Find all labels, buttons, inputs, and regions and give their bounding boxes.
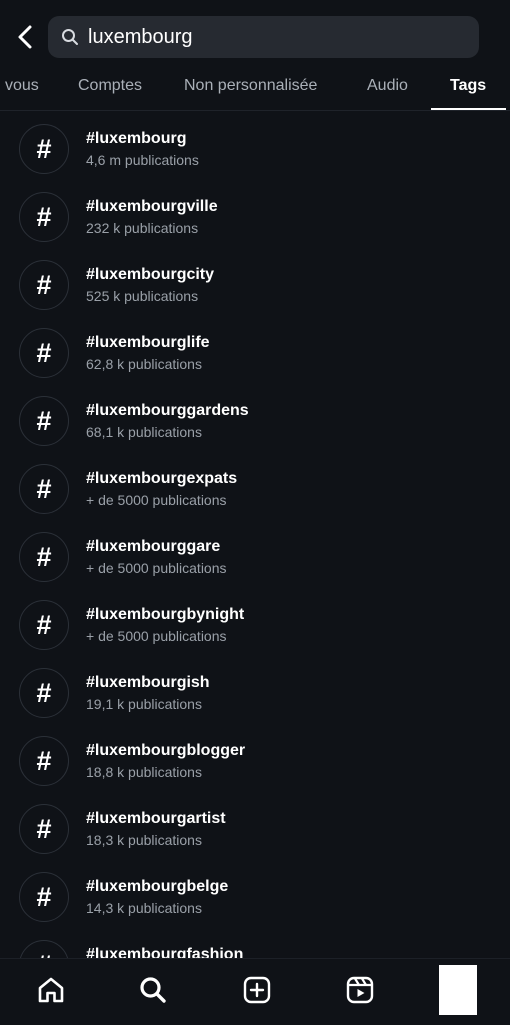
home-icon <box>38 977 64 1003</box>
hashtag-post-count: 19,1 k publications <box>86 696 202 712</box>
hashtag-name: #luxembourgfashion <box>86 946 244 958</box>
tab-audio[interactable]: Audio <box>367 64 408 108</box>
hashtag-name: #luxembourggardens <box>86 402 249 419</box>
hashtag-icon: # <box>19 940 69 958</box>
profile-avatar[interactable] <box>439 965 477 1015</box>
hashtag-icon: # <box>19 396 69 446</box>
hashtag-row[interactable]: # #luxembourgartist 18,3 k publications <box>0 797 510 865</box>
search-nav-button[interactable] <box>136 973 170 1007</box>
hashtag-name: #luxembourgbynight <box>86 606 245 623</box>
hashtag-row[interactable]: # #luxembourggare + de 5000 publications <box>0 525 510 593</box>
hashtag-name: #luxembourgexpats <box>86 470 238 487</box>
result-tabs: vous Comptes Non personnalisée Audio Tag… <box>0 64 510 111</box>
hashtag-name: #luxembourgcity <box>86 266 215 283</box>
reels-button[interactable] <box>343 973 377 1007</box>
hashtag-row[interactable]: # #luxembourgfashion <box>0 933 510 958</box>
hashtag-row[interactable]: # #luxembourg 4,6 m publications <box>0 117 510 185</box>
hashtag-icon: # <box>19 328 69 378</box>
search-field[interactable] <box>48 16 479 58</box>
hashtag-row[interactable]: # #luxembourglife 62,8 k publications <box>0 321 510 389</box>
hashtag-name: #luxembourg <box>86 130 187 147</box>
hashtag-name: #luxembourgville <box>86 198 218 215</box>
create-plus-icon <box>243 976 271 1004</box>
hashtag-name: #luxembourglife <box>86 334 210 351</box>
hashtag-row[interactable]: # #luxembourgville 232 k publications <box>0 185 510 253</box>
hashtag-post-count: 62,8 k publications <box>86 356 202 372</box>
hashtag-name: #luxembourggare <box>86 538 221 555</box>
search-header <box>0 0 510 70</box>
hashtag-name: #luxembourgbelge <box>86 878 229 895</box>
hashtag-icon: # <box>19 532 69 582</box>
hashtag-post-count: 68,1 k publications <box>86 424 202 440</box>
hashtag-icon: # <box>19 124 69 174</box>
hashtag-post-count: 18,3 k publications <box>86 832 202 848</box>
hashtag-row[interactable]: # #luxembourgcity 525 k publications <box>0 253 510 321</box>
hashtag-icon: # <box>19 872 69 922</box>
search-icon <box>140 977 166 1003</box>
tab-accounts[interactable]: Comptes <box>78 64 142 108</box>
hashtag-post-count: 14,3 k publications <box>86 900 202 916</box>
hashtag-name: #luxembourgartist <box>86 810 226 827</box>
magnifier-icon <box>60 27 80 47</box>
hashtag-post-count: 232 k publications <box>86 220 199 236</box>
hashtag-row[interactable]: # #luxembourgbynight + de 5000 publicati… <box>0 593 510 661</box>
hashtag-row[interactable]: # #luxembourgexpats + de 5000 publicatio… <box>0 457 510 525</box>
hashtag-row[interactable]: # #luxembourggardens 68,1 k publications <box>0 389 510 457</box>
hashtag-name: #luxembourgblogger <box>86 742 246 759</box>
hashtag-row[interactable]: # #luxembourgish 19,1 k publications <box>0 661 510 729</box>
chevron-left-icon <box>18 25 32 49</box>
tab-tags[interactable]: Tags <box>450 64 486 108</box>
hashtag-icon: # <box>19 600 69 650</box>
hashtag-icon: # <box>19 736 69 786</box>
back-button[interactable] <box>10 20 40 54</box>
hashtag-icon: # <box>19 804 69 854</box>
home-button[interactable] <box>34 973 68 1007</box>
hashtag-post-count: 18,8 k publications <box>86 764 202 780</box>
hashtag-post-count: + de 5000 publications <box>86 628 227 644</box>
tab-pour-vous[interactable]: vous <box>5 64 39 108</box>
hashtag-results-list: # #luxembourg 4,6 m publications # #luxe… <box>0 110 510 958</box>
hashtag-icon: # <box>19 260 69 310</box>
hashtag-row[interactable]: # #luxembourgbelge 14,3 k publications <box>0 865 510 933</box>
hashtag-post-count: 4,6 m publications <box>86 152 199 168</box>
create-button[interactable] <box>240 973 274 1007</box>
tab-not-personalized[interactable]: Non personnalisée <box>184 64 317 108</box>
search-input[interactable] <box>88 25 468 49</box>
bottom-navigation <box>0 958 510 1025</box>
hashtag-icon: # <box>19 464 69 514</box>
hashtag-post-count: + de 5000 publications <box>86 492 227 508</box>
hashtag-icon: # <box>19 668 69 718</box>
hashtag-post-count: + de 5000 publications <box>86 560 227 576</box>
reels-icon <box>346 976 374 1004</box>
hashtag-post-count: 525 k publications <box>86 288 199 304</box>
hashtag-row[interactable]: # #luxembourgblogger 18,8 k publications <box>0 729 510 797</box>
hashtag-name: #luxembourgish <box>86 674 210 691</box>
hashtag-icon: # <box>19 192 69 242</box>
